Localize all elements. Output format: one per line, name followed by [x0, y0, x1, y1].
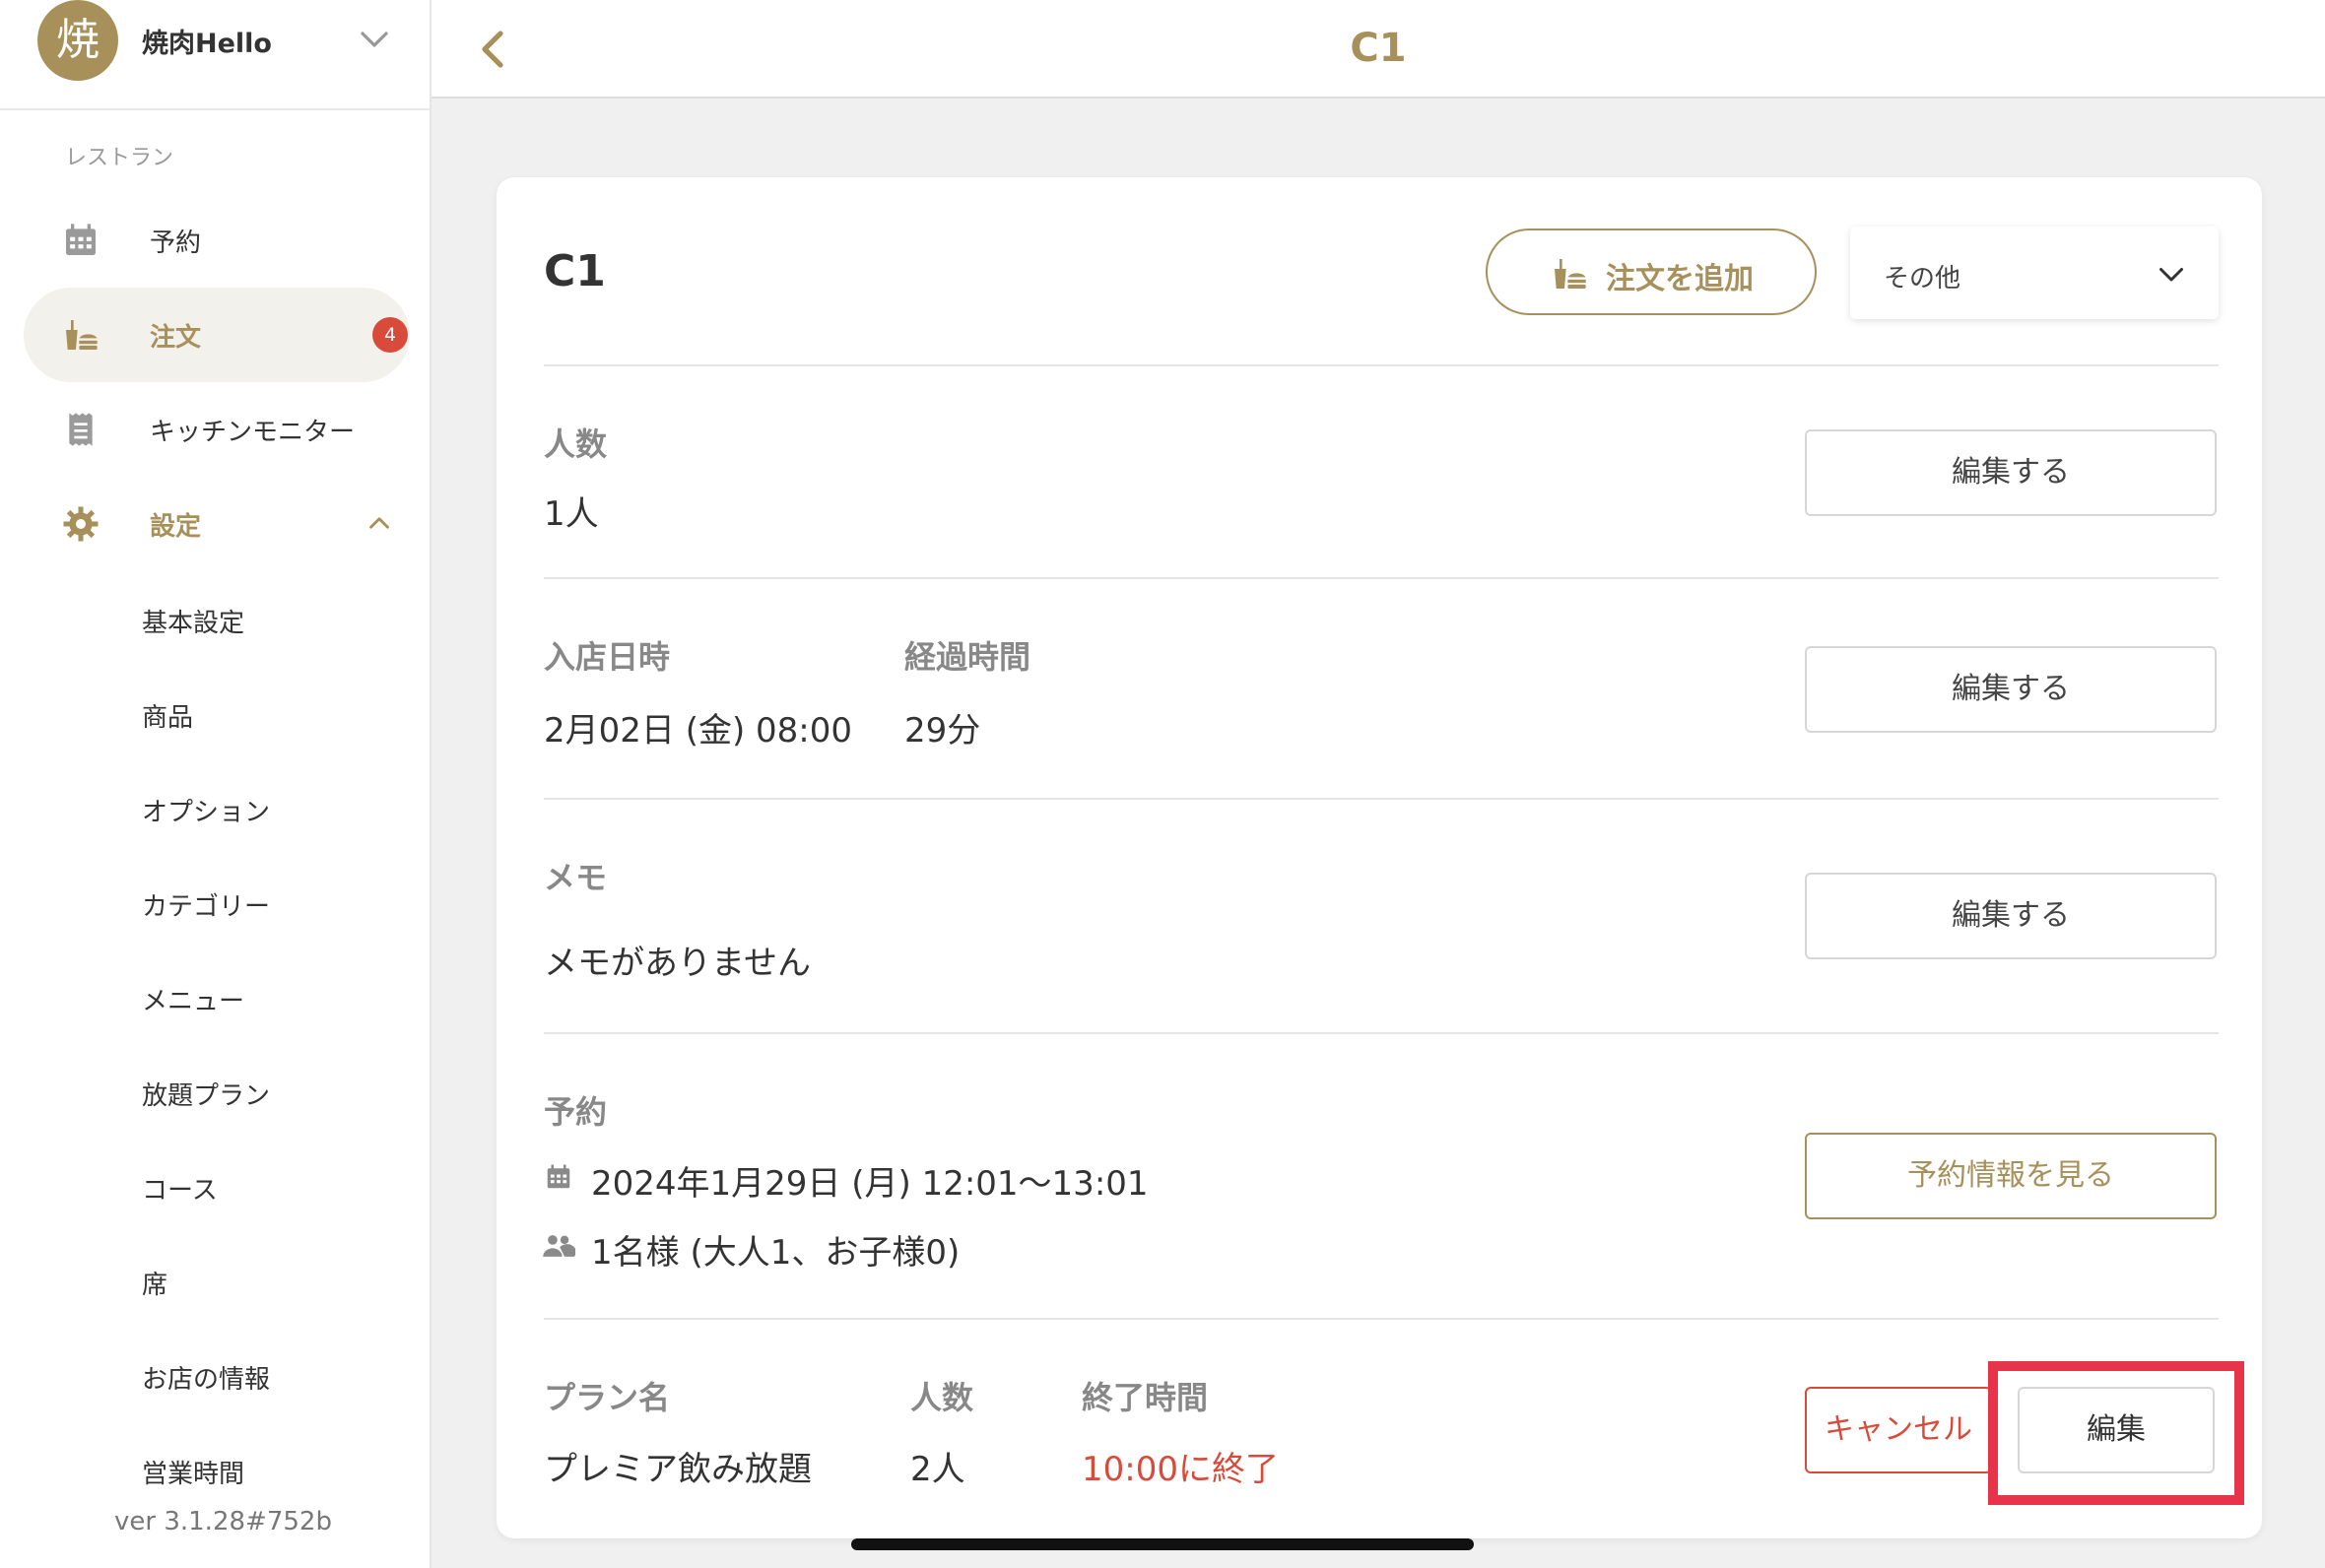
top-bar: C1	[432, 0, 2325, 98]
orders-count-badge: 4	[372, 317, 408, 353]
food-drink-icon	[1555, 259, 1586, 289]
people-label: 人数	[544, 425, 608, 463]
memo-value: メモがありません	[544, 944, 811, 983]
settings-item-menu[interactable]: メニュー	[142, 981, 244, 1017]
other-actions-label: その他	[1884, 264, 1961, 294]
store-switcher[interactable]: 焼 焼肉Hello	[0, 0, 430, 110]
other-actions-dropdown[interactable]: その他	[1850, 227, 2219, 319]
divider	[544, 1318, 2219, 1320]
plan-name-label: プラン名	[544, 1379, 671, 1416]
plan-end-value: 10:00に終了	[1082, 1450, 1279, 1489]
edit-entry-button[interactable]: 編集する	[1805, 646, 2217, 733]
divider	[544, 1032, 2219, 1034]
divider	[544, 364, 2219, 366]
reservation-label: 予約	[544, 1093, 608, 1131]
chevron-down-icon[interactable]	[357, 22, 392, 57]
memo-label: メモ	[544, 859, 608, 896]
settings-item-seats[interactable]: 席	[142, 1265, 167, 1301]
sidebar-item-label: キッチンモニター	[150, 418, 356, 447]
sidebar-item-kitchen-monitor[interactable]: キッチンモニター	[24, 382, 410, 477]
people-icon	[543, 1235, 575, 1257]
settings-item-options[interactable]: オプション	[142, 792, 270, 828]
calendar-icon	[66, 224, 96, 255]
page-title: C1	[1350, 26, 1407, 71]
divider	[544, 577, 2219, 579]
edit-people-button[interactable]: 編集する	[1805, 429, 2217, 516]
store-avatar: 焼	[37, 0, 118, 81]
table-detail-card: C1 注文を追加 その他 人数 1人 編集する 入店日時 2月02日 (金) 0	[497, 177, 2262, 1538]
settings-item-courses[interactable]: コース	[142, 1170, 218, 1207]
reservation-datetime: 2024年1月29日 (月) 12:01〜13:01	[591, 1164, 1149, 1204]
sidebar-item-settings[interactable]: 設定	[24, 477, 410, 571]
entry-time-label: 入店日時	[544, 638, 671, 676]
entry-time-value: 2月02日 (金) 08:00	[544, 711, 853, 751]
receipt-icon	[69, 413, 93, 446]
sidebar-item-reservation[interactable]: 予約	[24, 193, 410, 288]
settings-item-basic[interactable]: 基本設定	[142, 603, 244, 639]
reservation-guests: 1名様 (大人1、お子様0)	[591, 1233, 961, 1273]
plan-end-label: 終了時間	[1082, 1379, 1209, 1416]
gear-icon	[63, 506, 99, 542]
people-value: 1人	[544, 494, 599, 534]
table-name: C1	[544, 246, 606, 296]
settings-item-store-info[interactable]: お店の情報	[142, 1359, 270, 1396]
add-order-label: 注文を追加	[1606, 262, 1754, 296]
app-version: ver 3.1.28#752b	[114, 1507, 332, 1536]
chevron-down-icon	[2159, 268, 2183, 282]
chevron-up-icon	[369, 517, 389, 529]
view-reservation-button[interactable]: 予約情報を見る	[1805, 1133, 2217, 1219]
plan-people-value: 2人	[910, 1450, 965, 1489]
settings-item-products[interactable]: 商品	[142, 697, 193, 734]
settings-item-all-you-can-plans[interactable]: 放題プラン	[142, 1076, 270, 1112]
calendar-icon	[547, 1164, 570, 1189]
elapsed-time-value: 29分	[904, 711, 981, 751]
app: 焼 焼肉Hello レストラン 予約 注文 4 キッチンモニター 設定 基本設定…	[0, 0, 2325, 1568]
settings-item-business-hours[interactable]: 営業時間	[142, 1454, 244, 1490]
divider	[544, 798, 2219, 800]
store-name: 焼肉Hello	[142, 29, 272, 59]
sidebar-item-label: 設定	[150, 512, 202, 542]
section-label-restaurant: レストラン	[65, 146, 174, 170]
sidebar-item-label: 注文	[150, 323, 202, 353]
edit-memo-button[interactable]: 編集する	[1805, 873, 2217, 959]
food-drink-icon	[66, 320, 98, 350]
settings-item-categories[interactable]: カテゴリー	[142, 886, 270, 923]
sidebar-item-label: 予約	[150, 229, 202, 258]
sidebar: 焼 焼肉Hello レストラン 予約 注文 4 キッチンモニター 設定 基本設定…	[0, 0, 432, 1568]
highlight-annotation	[1988, 1361, 2244, 1505]
add-order-button[interactable]: 注文を追加	[1486, 229, 1817, 315]
plan-people-label: 人数	[910, 1379, 974, 1416]
plan-name-value: プレミア飲み放題	[544, 1450, 812, 1489]
home-indicator	[851, 1538, 1474, 1550]
elapsed-time-label: 経過時間	[904, 638, 1031, 676]
sidebar-item-orders[interactable]: 注文 4	[24, 288, 410, 382]
cancel-plan-button[interactable]: キャンセル	[1805, 1387, 1992, 1473]
